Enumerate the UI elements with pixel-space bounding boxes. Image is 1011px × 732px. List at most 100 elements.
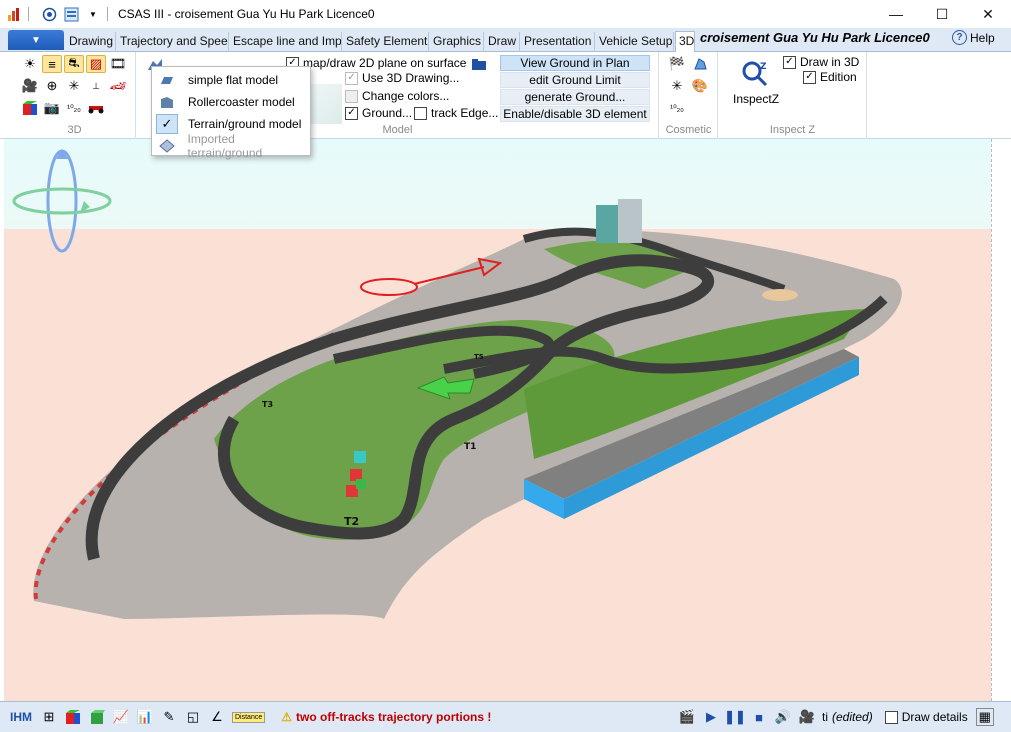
ribbon-project-title: croisement Gua Yu Hu Park Licence0 (700, 30, 930, 45)
table-icon[interactable]: ⊞ (40, 708, 58, 726)
draw-details-checkbox[interactable]: Draw details (884, 710, 968, 724)
tower-2 (618, 199, 642, 243)
draw-in-3d-checkbox[interactable]: ✓ Draw in 3D (783, 55, 859, 69)
measure-angle-icon[interactable]: ∠ (208, 708, 226, 726)
edited-status: (edited) (832, 710, 873, 724)
bar-chart-icon[interactable]: 📊 (136, 708, 154, 726)
drawing-tools-icon[interactable]: ✎ (160, 708, 178, 726)
tab-trajectory[interactable]: Trajectory and Spee (117, 32, 229, 52)
scale-grid-icon[interactable]: ¹⁰₂₀ (667, 99, 687, 117)
round-structure (762, 289, 798, 301)
terrain-model-dropdown: simple flat model Rollercoaster model ✓ … (151, 66, 311, 160)
minimize-button[interactable]: — (873, 0, 919, 28)
quick-access-dropdown-icon[interactable]: ▼ (85, 6, 101, 22)
track-edge-checkbox[interactable]: track Edge... (414, 106, 498, 120)
tab-safety-element[interactable]: Safety Element (343, 32, 429, 52)
video-camera-icon[interactable]: 🎥 (798, 708, 816, 726)
vertical-scrollbar[interactable] (991, 139, 1011, 701)
app-logo-icon (6, 6, 22, 22)
warning-message: ⚠ two off-tracks trajectory portions ! (281, 710, 492, 724)
3d-cube-icon[interactable] (64, 708, 82, 726)
play-icon[interactable]: ▶ (702, 708, 720, 726)
palette-icon[interactable]: 🎨 (690, 77, 710, 95)
menu-item-imported-terrain: Imported terrain/ground (152, 132, 310, 160)
folder-icon[interactable] (469, 55, 489, 73)
sliders-settings-icon[interactable]: ≡ (42, 55, 62, 73)
film-icon[interactable]: 🎞 (108, 55, 128, 73)
rollercoaster-icon (156, 92, 178, 112)
edition-checkbox[interactable]: ✓ Edition (803, 70, 857, 84)
inspect-z-label[interactable]: InspectZ (733, 92, 779, 106)
status-bar: IHM ⊞ 📈 📊 ✎ ◱ ∠ Distance ⚠ two off-track… (0, 701, 1011, 732)
warning-icon: ⚠ (281, 710, 292, 724)
tab-3d[interactable]: 3D (675, 31, 695, 53)
line-chart-icon[interactable]: 📈 (112, 708, 130, 726)
change-colors-checkbox[interactable]: Change colors... (345, 89, 449, 103)
stop-icon[interactable]: ■ (750, 708, 768, 726)
ruler-icon[interactable]: ⊥ (86, 77, 106, 95)
pause-icon[interactable]: ❚❚ (724, 708, 746, 726)
tab-escape-line[interactable]: Escape line and Imp (230, 32, 342, 52)
3d-viewport[interactable]: T2 T1 T3 T5 (4, 139, 991, 701)
enable-disable-3d-button[interactable]: Enable/disable 3D element (500, 106, 650, 122)
grid-scale-icon[interactable]: ¹⁰₂₀ (64, 99, 84, 117)
tab-graphics[interactable]: Graphics (430, 32, 484, 52)
ihm-label[interactable]: IHM (10, 710, 40, 724)
camera-icon[interactable]: 📷 (42, 99, 62, 117)
label-t3: T3 (262, 400, 273, 409)
tab-vehicle-setup[interactable]: Vehicle Setup (596, 32, 674, 52)
f1-car-icon[interactable] (86, 99, 106, 117)
axes-icon[interactable]: ✳ (64, 77, 84, 95)
race-car-icon[interactable]: 🏎 (108, 77, 128, 95)
cube-sg (354, 451, 366, 463)
settings-gear-icon[interactable] (41, 6, 57, 22)
tab-draw[interactable]: Draw (485, 32, 520, 52)
application-menu-button[interactable]: ▼ (8, 30, 64, 50)
help-icon: ? (952, 30, 967, 45)
sun-light-icon[interactable]: ☀ (20, 55, 40, 73)
distance-button[interactable]: Distance (232, 711, 266, 723)
flag-pen-icon[interactable]: 🏁 (667, 55, 687, 73)
group-cosmetic: 🏁 ✳ 🎨 ¹⁰₂₀ Cosmetic (660, 52, 718, 139)
label-t1: T1 (464, 442, 476, 452)
data-sheet-icon[interactable] (63, 6, 79, 22)
window-title: CSAS III - croisement Gua Yu Hu Park Lic… (118, 7, 375, 21)
tab-presentation[interactable]: Presentation (521, 32, 595, 52)
menu-item-simple-flat[interactable]: simple flat model (152, 69, 310, 91)
car-track-icon[interactable]: ⛐ (64, 55, 84, 73)
generate-ground-button[interactable]: generate Ground... (500, 89, 650, 105)
grid-toggle-icon[interactable]: ▦ (975, 708, 994, 726)
group-cosmetic-label: Cosmetic (665, 124, 712, 136)
menu-item-rollercoaster[interactable]: Rollercoaster model (152, 91, 310, 113)
help-button[interactable]: ? Help (952, 30, 995, 45)
axis-cross-icon[interactable]: ✳ (667, 77, 687, 95)
tower-1 (596, 205, 618, 243)
label-t2: T2 (344, 515, 359, 528)
ground-checkbox[interactable]: ✓ Ground... (345, 106, 412, 120)
help-label: Help (970, 30, 995, 45)
crosshair-icon[interactable]: ⊕ (42, 77, 62, 95)
frame-icon[interactable]: ◱ (184, 708, 202, 726)
color-cube-icon[interactable] (20, 99, 40, 117)
window-controls: — ☐ ✕ (873, 0, 1011, 28)
green-cube-icon[interactable] (88, 708, 106, 726)
sound-icon[interactable]: 🔊 (774, 708, 792, 726)
check-mark-icon: ✓ (156, 114, 178, 134)
use-3d-drawing-checkbox[interactable]: ✓ Use 3D Drawing... (345, 71, 459, 85)
red-stripes-icon[interactable]: ▨ (86, 55, 106, 73)
clapper-icon[interactable]: 🎬 (678, 708, 696, 726)
close-button[interactable]: ✕ (965, 0, 1011, 28)
map-draw-2d-checkbox[interactable]: ✓ map/draw 2D plane on surface (286, 56, 466, 70)
tab-drawing[interactable]: Drawing (66, 32, 116, 52)
svg-text:Z: Z (760, 62, 767, 72)
map-pin-icon[interactable] (690, 55, 710, 73)
track-3d-scene: T2 T1 T3 T5 (4, 139, 991, 701)
camera-rig-icon[interactable]: 🎥 (20, 77, 40, 95)
playback-controls: 🎬 ▶ ❚❚ ■ 🔊 🎥 ti (edited) Draw details ▦ (678, 702, 1000, 732)
maximize-button[interactable]: ☐ (919, 0, 965, 28)
edit-ground-limit-button[interactable]: edit Ground Limit (500, 72, 650, 88)
inspect-z-icon[interactable]: Z (739, 58, 773, 88)
view-ground-in-plan-button[interactable]: View Ground in Plan (500, 55, 650, 71)
cube-mp (356, 479, 366, 489)
title-separator (28, 7, 29, 21)
